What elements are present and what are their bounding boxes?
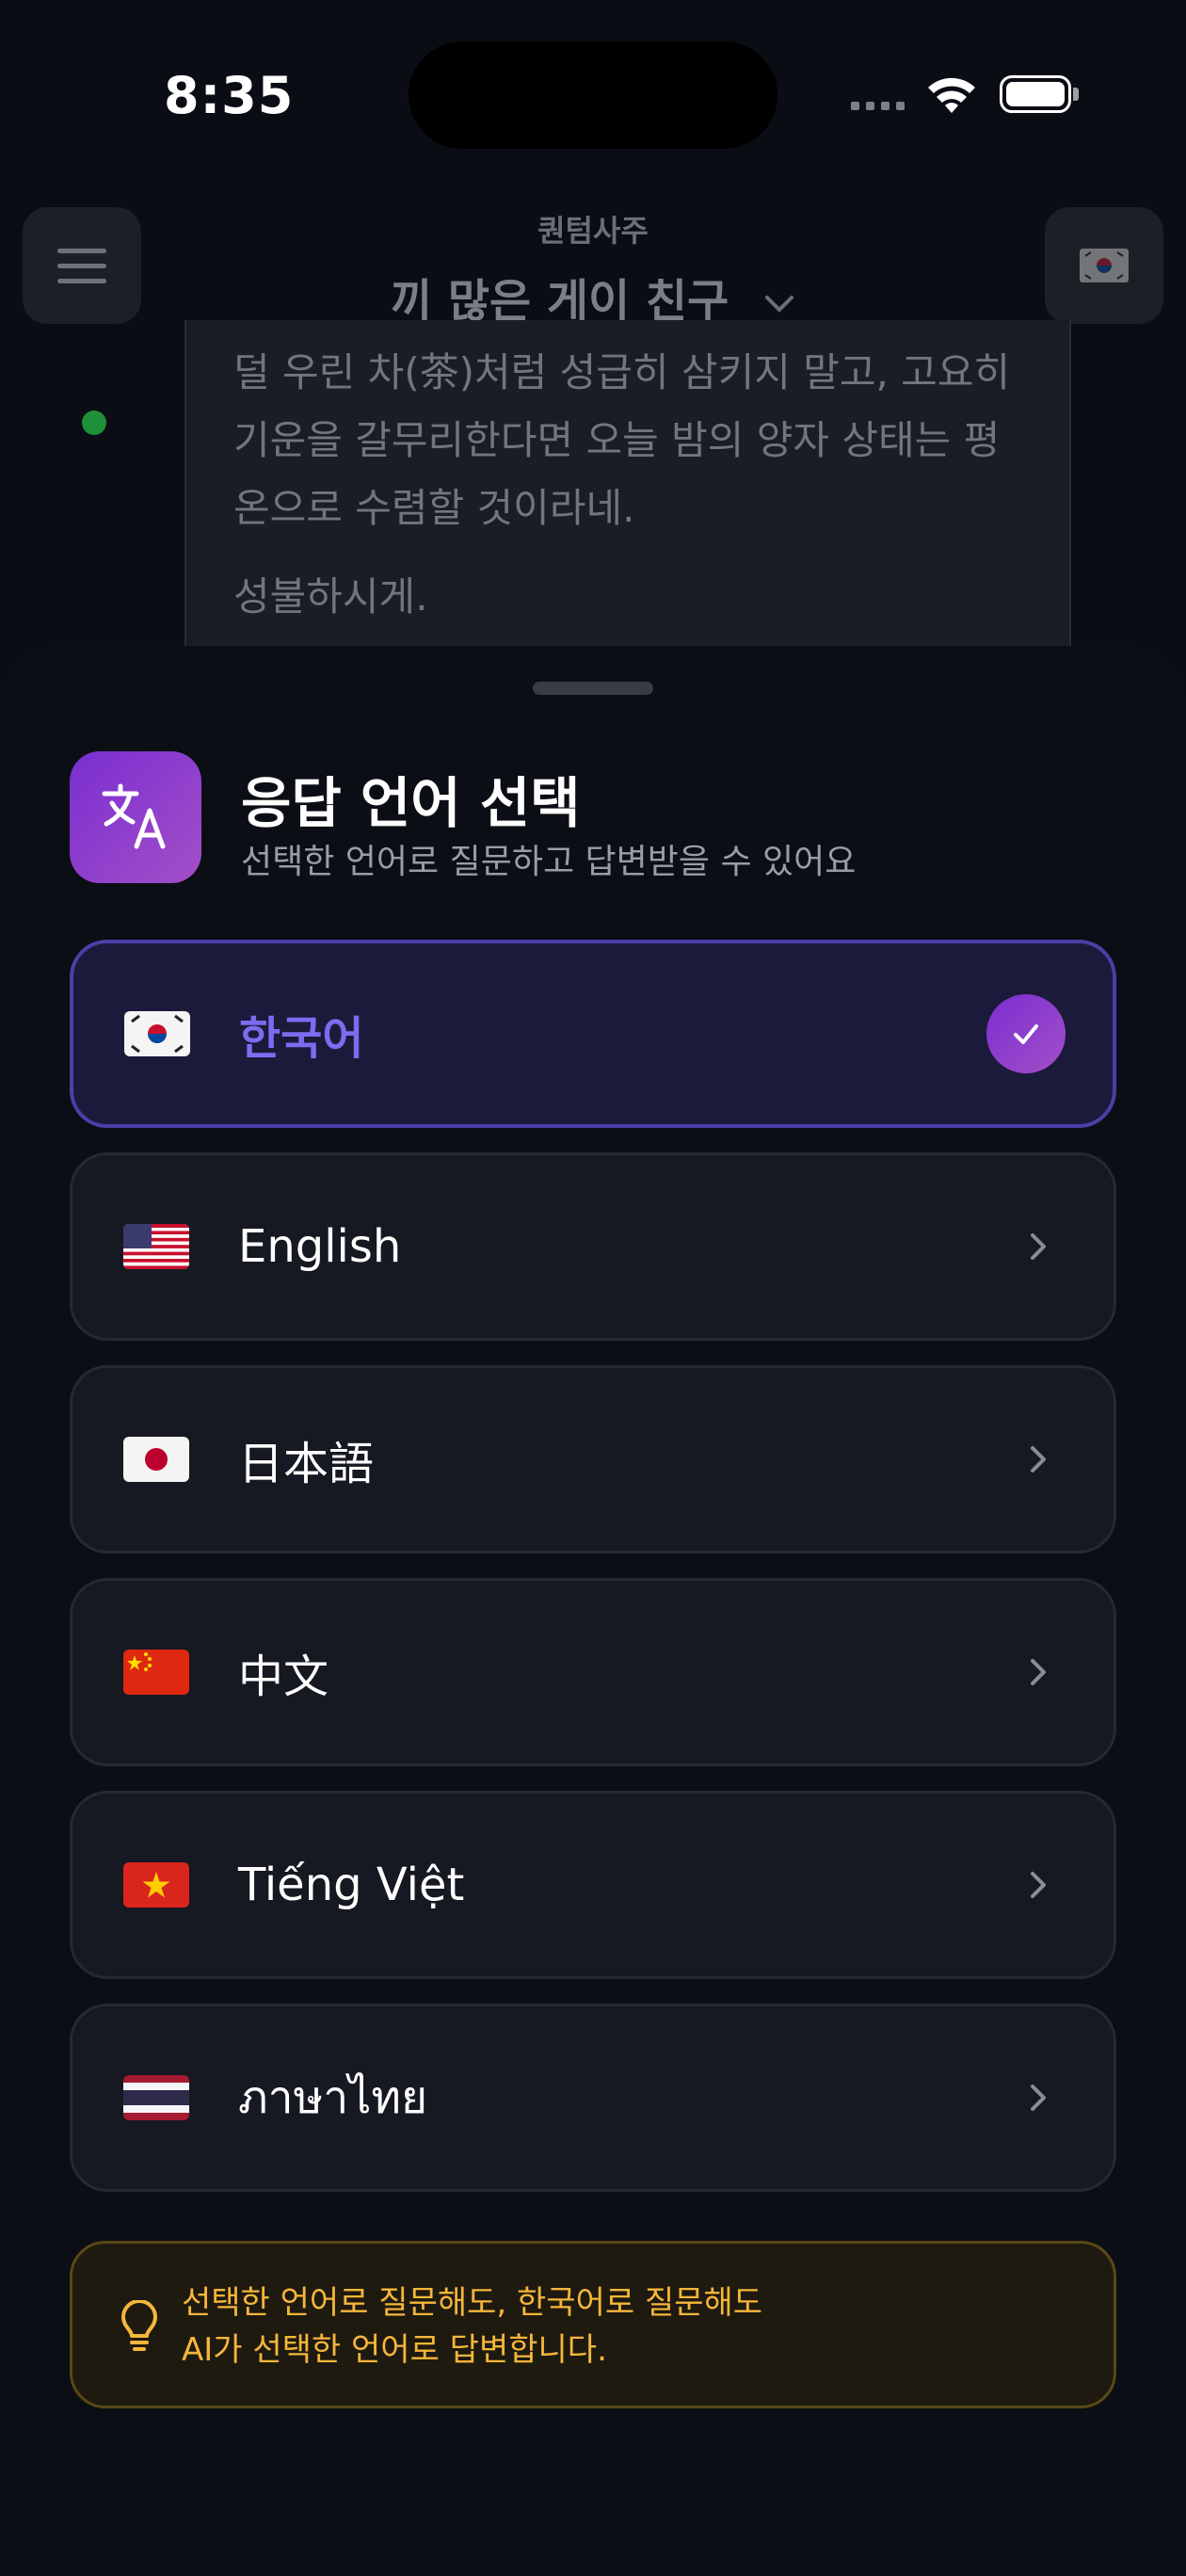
language-option-japanese[interactable]: 日本語 [70, 1365, 1116, 1554]
chevron-right-icon [1031, 1446, 1046, 1473]
korea-flag-icon [124, 1011, 190, 1056]
korea-flag-icon [1080, 249, 1129, 282]
tip-text: 선택한 언어로 질문해도, 한국어로 질문해도 AI가 선택한 언어로 답변합니… [182, 2279, 762, 2374]
translate-icon [70, 751, 201, 883]
battery-tip [1073, 88, 1079, 101]
language-label: Tiếng Việt [238, 1859, 465, 1911]
check-icon [986, 994, 1066, 1073]
tip-line-2: AI가 선택한 언어로 답변합니다. [182, 2331, 607, 2369]
language-select-sheet: 응답 언어 선택 선택한 언어로 질문하고 답변받을 수 있어요 한국어 Eng… [0, 646, 1186, 2576]
online-status-dot [82, 411, 106, 435]
vietnam-flag-icon [123, 1862, 189, 1908]
sheet-subtitle: 선택한 언어로 질문하고 답변받을 수 있어요 [241, 843, 857, 881]
language-option-english[interactable]: English [70, 1152, 1116, 1341]
lightbulb-icon [121, 2300, 157, 2351]
info-tip: 선택한 언어로 질문해도, 한국어로 질문해도 AI가 선택한 언어로 답변합니… [70, 2241, 1116, 2408]
chevron-right-icon [1031, 2085, 1046, 2111]
language-list: 한국어 English 日本語 中文 Tiếng Việt ภาษาไทย [70, 940, 1116, 2216]
thailand-flag-icon [123, 2075, 189, 2120]
language-label: 中文 [238, 1650, 329, 1703]
language-label: 한국어 [239, 1012, 364, 1065]
japan-flag-icon [123, 1437, 189, 1482]
language-option-korean[interactable]: 한국어 [70, 940, 1116, 1128]
language-label: 日本語 [238, 1438, 375, 1490]
message-text: 덜 우린 차(茶)처럼 성급히 삼키지 말고, 고요히 기운을 갈무리한다면 오… [233, 349, 1011, 531]
language-flag-button[interactable] [1045, 207, 1163, 324]
language-option-vietnamese[interactable]: Tiếng Việt [70, 1791, 1116, 1979]
chevron-right-icon [1031, 1233, 1046, 1260]
battery-icon [1000, 75, 1071, 113]
cellular-signal-icon [851, 102, 905, 110]
sheet-title: 응답 언어 선택 [241, 771, 581, 835]
status-time: 8:35 [164, 66, 295, 125]
us-flag-icon [123, 1224, 189, 1269]
language-option-chinese[interactable]: 中文 [70, 1578, 1116, 1766]
china-flag-icon [123, 1650, 189, 1695]
dynamic-island [409, 41, 777, 149]
chevron-right-icon [1031, 1872, 1046, 1898]
app-name: 퀀텀사주 [537, 213, 649, 249]
chevron-right-icon [1031, 1659, 1046, 1685]
chevron-down-icon [764, 296, 793, 313]
tip-line-1: 선택한 언어로 질문해도, 한국어로 질문해도 [182, 2284, 763, 2322]
sheet-grabber[interactable] [533, 682, 653, 695]
wifi-icon [928, 77, 975, 113]
language-label: ภาษาไทย [238, 2071, 428, 2124]
language-label: English [238, 1220, 402, 1273]
message-bubble: 덜 우린 차(茶)처럼 성급히 삼키지 말고, 고요히 기운을 갈무리한다면 오… [184, 320, 1071, 678]
message-closing: 성불하시게. [233, 573, 428, 620]
language-option-thai[interactable]: ภาษาไทย [70, 2004, 1116, 2192]
